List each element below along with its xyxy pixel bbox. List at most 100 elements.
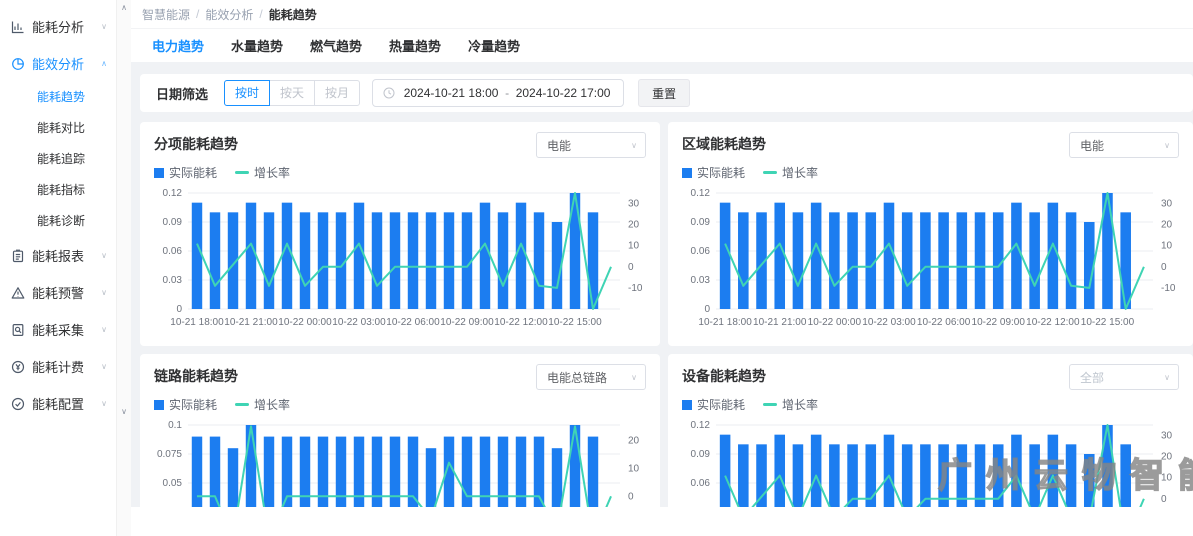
bar-line-chart[interactable]: 0.120.090.060.0303020100-1010-21 18:0010… [682,419,1179,507]
legend-actual-energy[interactable]: 实际能耗 [154,396,217,413]
sidebar-item-energy-report[interactable]: 能耗报表 ∨ [0,237,116,274]
tab-gas-trend[interactable]: 燃气趋势 [310,36,362,55]
legend-actual-energy[interactable]: 实际能耗 [682,164,745,181]
chevron-down-icon: ∨ [101,399,107,408]
sidebar-subitem-energy-trace[interactable]: 能耗追踪 [0,144,116,175]
energy-type-select[interactable]: 电能 ∨ [536,132,646,158]
legend-growth-rate[interactable]: 增长率 [763,396,818,413]
legend-growth-rate[interactable]: 增长率 [235,164,290,181]
chevron-down-icon: ∨ [101,325,107,334]
svg-text:-10: -10 [628,283,643,294]
chart-legend: 实际能耗 增长率 [682,164,1179,181]
sidebar-item-energy-alarm[interactable]: 能耗预警 ∨ [0,274,116,311]
sidebar-subitem-energy-trend[interactable]: 能耗趋势 [0,82,116,113]
bar-line-chart[interactable]: 0.120.090.060.0303020100-1010-21 18:0010… [682,187,1179,333]
sidebar-scrollbar[interactable]: ∧ ∨ [116,0,131,536]
chart-legend: 实际能耗 增长率 [154,164,646,181]
svg-text:10: 10 [1161,473,1173,484]
date-range-separator: - [501,86,513,100]
svg-text:10-22 06:00: 10-22 06:00 [917,317,971,328]
billing-icon [10,359,26,375]
sidebar-subitem-energy-compare[interactable]: 能耗对比 [0,113,116,144]
select-value: 全部 [1080,369,1104,386]
warning-icon [10,285,26,301]
sidebar-item-label: 能耗采集 [32,320,84,339]
chart-canvas: 0.120.090.060.0303020100-1010-21 18:0010… [154,187,646,333]
energy-type-select[interactable]: 电能 ∨ [1069,132,1179,158]
svg-text:0.05: 0.05 [163,478,183,489]
growth-line [197,426,611,507]
svg-text:0.06: 0.06 [691,246,711,257]
main-area: 智慧能源 / 能效分析 / 能耗趋势 电力趋势 水量趋势 燃气趋势 热量趋势 冷… [131,0,1193,536]
sidebar-item-efficiency-analysis[interactable]: 能效分析 ∧ [0,45,116,82]
svg-text:10-22 09:00: 10-22 09:00 [972,317,1026,328]
sidebar-item-label: 能耗报表 [32,246,84,265]
bars-series [720,193,1131,309]
granularity-month-button[interactable]: 按月 [314,80,360,106]
chevron-down-icon: ∨ [631,141,637,150]
svg-text:0.03: 0.03 [163,275,183,286]
date-range-picker[interactable]: 2024-10-21 18:00 - 2024-10-22 17:00 [372,79,624,107]
chevron-down-icon: ∨ [101,251,107,260]
link-select[interactable]: 电能总链路 ∨ [536,364,646,390]
granularity-day-button[interactable]: 按天 [269,80,315,106]
legend-actual-energy[interactable]: 实际能耗 [682,396,745,413]
panel-subitem-energy-trend: 分项能耗趋势 电能 ∨ 实际能耗 增长率 [140,122,660,346]
sidebar-subitem-energy-diagnosis[interactable]: 能耗诊断 [0,206,116,237]
sidebar-menu: 能耗分析 ∨ 能效分析 ∧ 能耗趋势 能耗对比 能耗追踪 能耗指标 能耗诊断 能… [0,0,116,422]
svg-text:-10: -10 [1161,283,1176,294]
legend-growth-rate[interactable]: 增长率 [763,164,818,181]
sidebar-item-energy-collect[interactable]: 能耗采集 ∨ [0,311,116,348]
scroll-up-icon[interactable]: ∧ [117,3,131,12]
svg-text:0.09: 0.09 [163,217,183,228]
date-end-value[interactable]: 2024-10-22 17:00 [513,86,613,100]
legend-actual-energy[interactable]: 实际能耗 [154,164,217,181]
bar-swatch-icon [154,168,164,178]
svg-text:20: 20 [1161,452,1173,463]
chevron-down-icon: ∨ [101,362,107,371]
svg-text:10-22 09:00: 10-22 09:00 [440,317,494,328]
sidebar-subitem-energy-indicator[interactable]: 能耗指标 [0,175,116,206]
tab-electric-trend[interactable]: 电力趋势 [152,36,204,55]
sidebar-item-label: 能耗计费 [32,357,84,376]
svg-text:0.06: 0.06 [691,478,711,489]
bar-line-chart[interactable]: 0.10.0750.050.025020100-1010-21 18:0010-… [154,419,646,507]
svg-text:0.12: 0.12 [163,188,183,199]
bar-chart-icon [10,19,26,35]
svg-text:0.12: 0.12 [691,188,711,199]
legend-growth-rate[interactable]: 增长率 [235,396,290,413]
svg-text:10-22 12:00: 10-22 12:00 [1026,317,1080,328]
svg-text:10-21 18:00: 10-21 18:00 [698,317,752,328]
device-select[interactable]: 全部 ∨ [1069,364,1179,390]
content-area: 日期筛选 按时 按天 按月 2024-10-21 18:00 - 2024-10… [131,62,1193,507]
breadcrumb-item[interactable]: 能效分析 [205,6,253,23]
config-icon [10,396,26,412]
svg-text:0: 0 [1161,494,1167,505]
svg-text:20: 20 [628,435,640,446]
chevron-down-icon: ∨ [101,288,107,297]
sidebar-item-label: 能耗配置 [32,394,84,413]
scroll-down-icon[interactable]: ∨ [117,407,131,416]
tab-water-trend[interactable]: 水量趋势 [231,36,283,55]
reset-button[interactable]: 重置 [638,79,690,107]
breadcrumb-item[interactable]: 智慧能源 [142,6,190,23]
line-swatch-icon [235,403,249,406]
collect-icon [10,322,26,338]
svg-text:30: 30 [1161,431,1173,442]
tab-heat-trend[interactable]: 热量趋势 [389,36,441,55]
pie-chart-icon [10,56,26,72]
sidebar-item-energy-config[interactable]: 能耗配置 ∨ [0,385,116,422]
tab-cooling-trend[interactable]: 冷量趋势 [468,36,520,55]
select-value: 电能总链路 [547,369,607,386]
svg-text:10-21 21:00: 10-21 21:00 [224,317,278,328]
line-swatch-icon [235,171,249,174]
chart-legend: 实际能耗 增长率 [154,396,646,413]
granularity-group: 按时 按天 按月 [224,80,360,106]
sidebar-item-energy-billing[interactable]: 能耗计费 ∨ [0,348,116,385]
svg-text:0.12: 0.12 [691,420,711,431]
sidebar-item-energy-analysis[interactable]: 能耗分析 ∨ [0,8,116,45]
date-start-value[interactable]: 2024-10-21 18:00 [401,86,501,100]
bar-line-chart[interactable]: 0.120.090.060.0303020100-1010-21 18:0010… [154,187,646,333]
granularity-hour-button[interactable]: 按时 [224,80,270,106]
bar-swatch-icon [682,400,692,410]
